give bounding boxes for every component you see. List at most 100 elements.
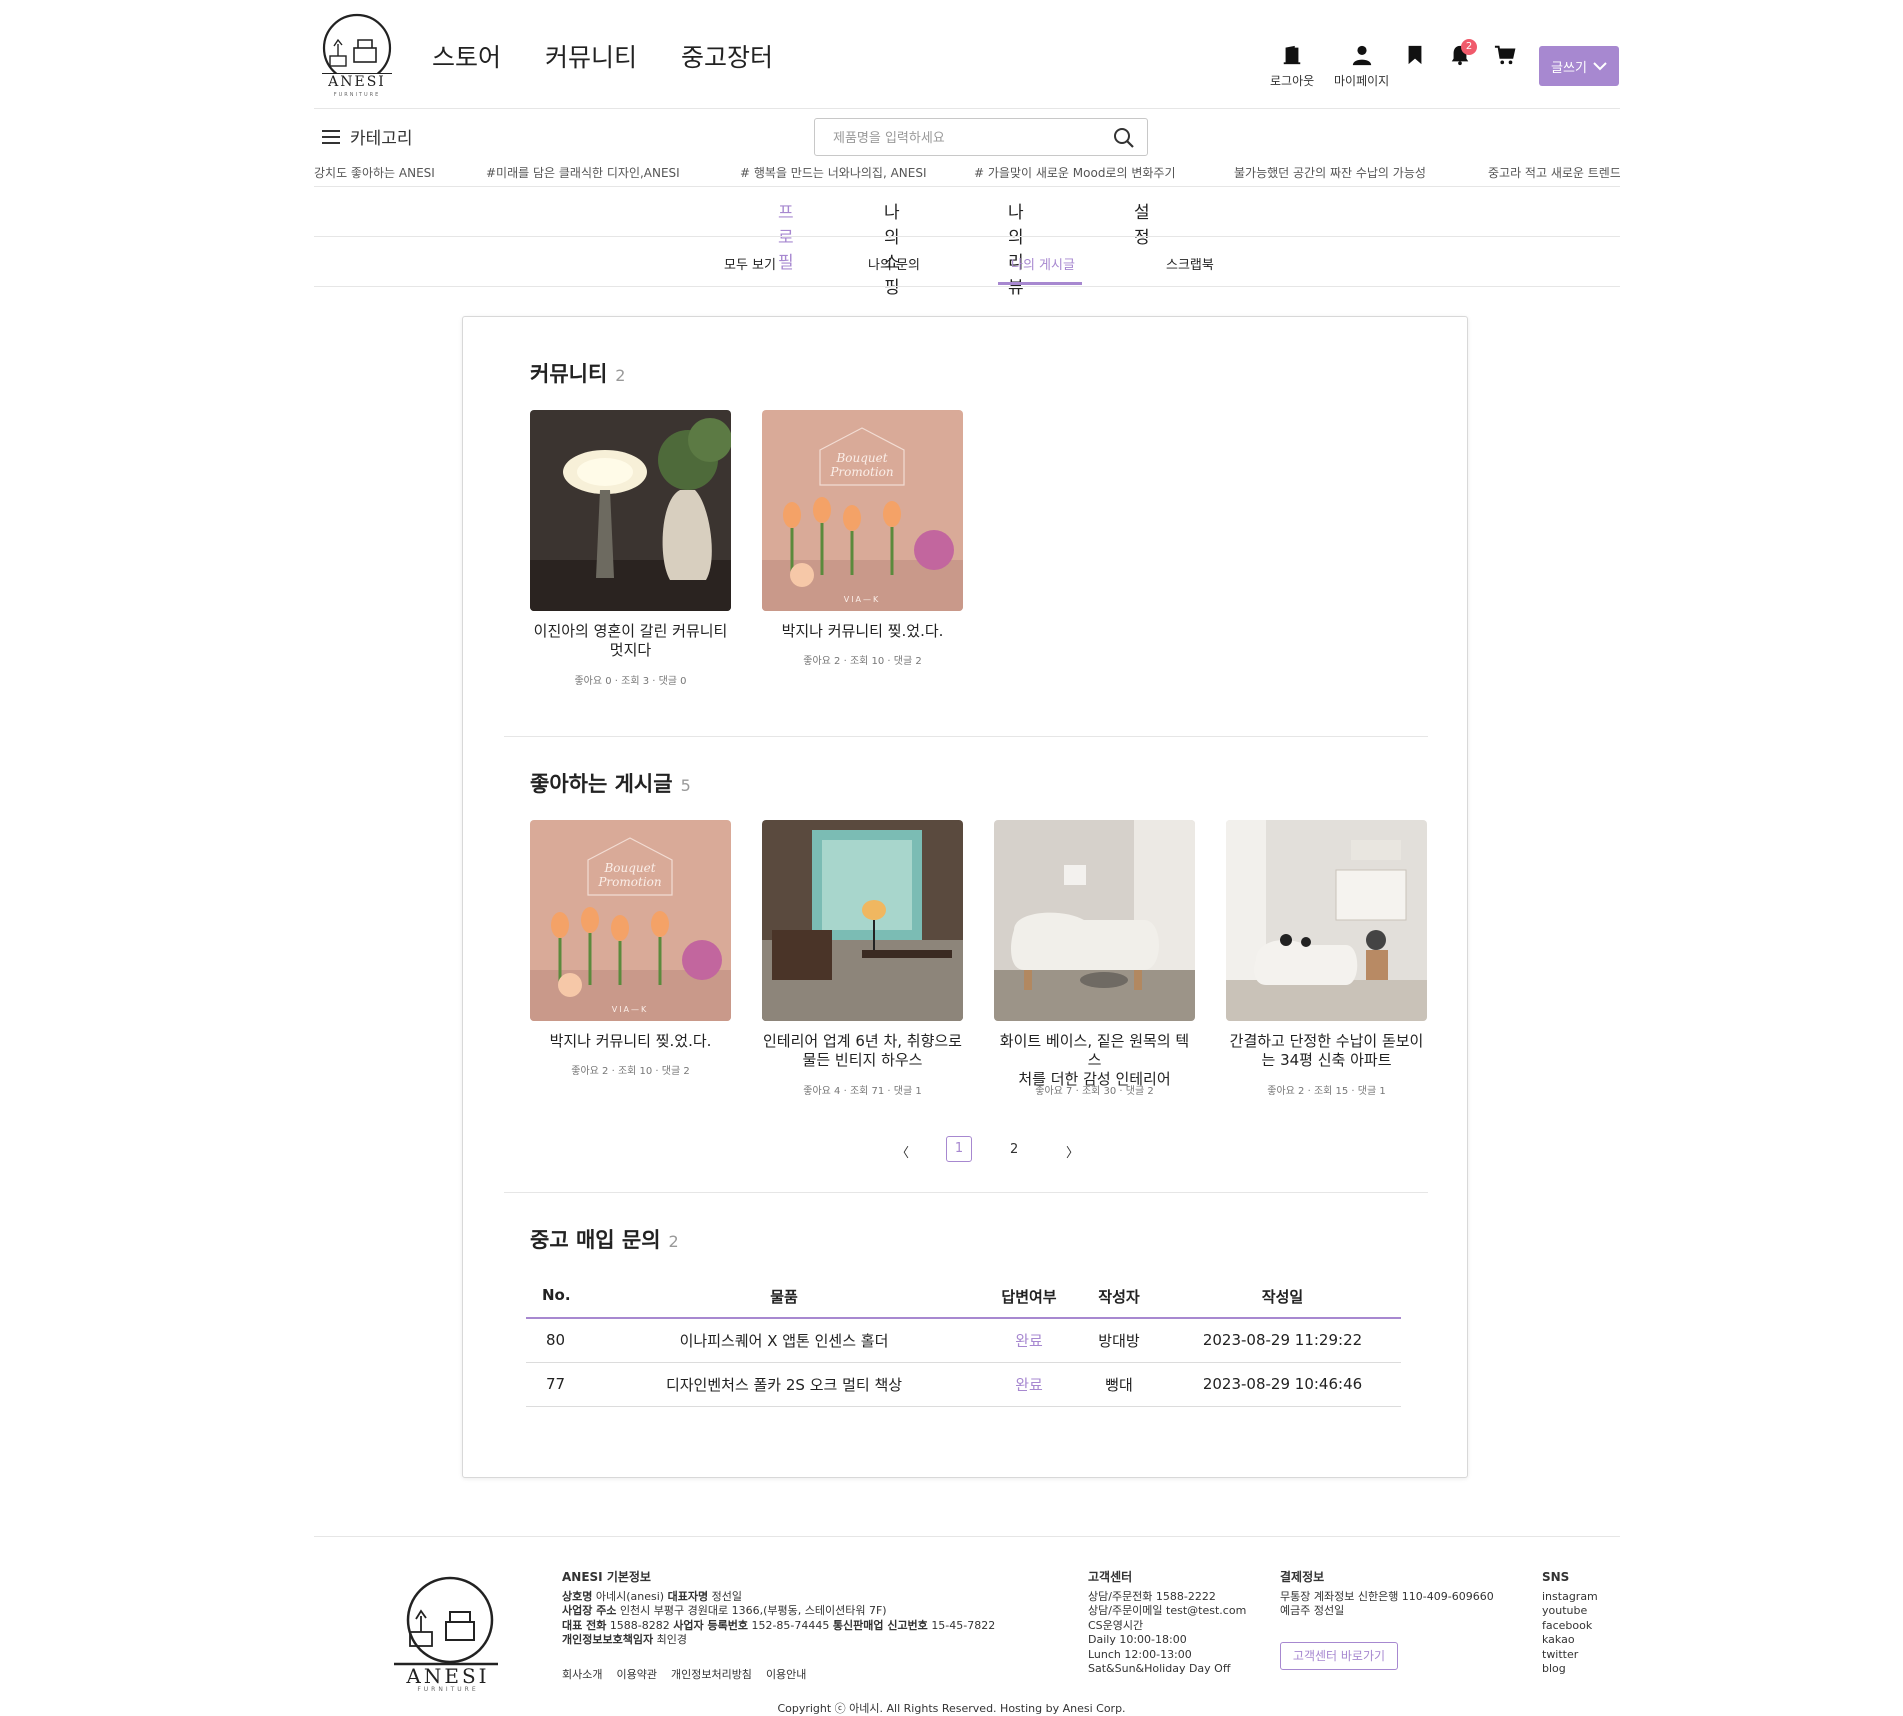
nav-community[interactable]: 커뮤니티	[545, 38, 637, 74]
nav-store[interactable]: 스토어	[432, 38, 501, 74]
table-row[interactable]: 80 이나피스퀘어 X 앱톤 인센스 홀더 완료 방대방 2023-08-29 …	[526, 1318, 1401, 1363]
category-toggle[interactable]: 카테고리	[322, 124, 413, 149]
logo-subtitle: FURNITURE	[333, 92, 381, 98]
page-button[interactable]: 1	[946, 1136, 972, 1162]
tab-settings[interactable]: 설정	[1134, 198, 1150, 248]
logo-mark-icon	[322, 13, 392, 83]
inquiry-section-title: 중고 매입 문의 2	[530, 1224, 679, 1254]
inquiry-table: No. 물품 답변여부 작성자 작성일 80 이나피스퀘어 X 앱톤 인센스 홀…	[526, 1278, 1401, 1407]
cell-status[interactable]: 완료	[984, 1362, 1074, 1407]
pagination-next-icon[interactable]: 〉	[1066, 1142, 1079, 1161]
pagination-prev-icon[interactable]: 〈	[896, 1142, 909, 1161]
community-count: 2	[615, 366, 626, 385]
ticker-item[interactable]: 중고라 적고 새로운 트렌드라	[1488, 164, 1620, 181]
sns-link[interactable]: twitter	[1542, 1648, 1622, 1663]
ticker-item[interactable]: #미래를 담은 클래식한 디자인,ANESI	[486, 164, 680, 181]
cs-center-button[interactable]: 고객센터 바로가기	[1280, 1642, 1398, 1670]
post-meta: 좋아요 2 · 조회 10 · 댓글 2	[571, 1066, 690, 1077]
liked-count: 5	[680, 776, 691, 795]
post-thumbnail[interactable]	[530, 410, 731, 611]
logout-button[interactable]: 로그아웃	[1270, 44, 1314, 89]
sns-link[interactable]: instagram	[1542, 1590, 1622, 1605]
logo-wordmark: ANESI	[328, 74, 386, 90]
write-button[interactable]: 글쓰기	[1539, 46, 1619, 86]
white-living-room-photo-image	[994, 820, 1195, 1021]
section-divider	[504, 1192, 1428, 1193]
subtab-all[interactable]: 모두 보기	[724, 254, 776, 273]
bouquet-photo-image: Bouquet Promotion VIA—K	[530, 820, 731, 1021]
post-title[interactable]: 이진아의 영혼이 갈린 커뮤니티 멋지다	[530, 622, 731, 660]
col-header-no: No.	[526, 1278, 584, 1319]
main-nav: 스토어 커뮤니티 중고장터	[432, 38, 773, 74]
ticker-divider	[314, 186, 1620, 187]
category-label: 카테고리	[350, 129, 413, 149]
footer-link[interactable]: 이용안내	[766, 1666, 806, 1682]
vintage-room-photo-image	[762, 820, 963, 1021]
inquiry-title: 중고 매입 문의	[530, 1228, 661, 1252]
post-meta: 좋아요 7 · 조회 30 · 댓글 2	[1035, 1086, 1154, 1097]
sns-link[interactable]: facebook	[1542, 1619, 1622, 1634]
search-button[interactable]	[1113, 127, 1135, 153]
footer-pay-title: 결제정보	[1280, 1570, 1325, 1584]
post-title[interactable]: 간결하고 단정한 수납이 돋보이 는 34평 신축 아파트	[1226, 1032, 1427, 1070]
cell-status[interactable]: 완료	[984, 1318, 1074, 1363]
header-divider	[314, 108, 1620, 109]
cell-item[interactable]: 이나피스퀘어 X 앱톤 인센스 홀더	[584, 1318, 984, 1363]
post-thumbnail[interactable]: Bouquet Promotion VIA—K	[530, 820, 731, 1021]
cell-no: 77	[526, 1362, 584, 1407]
tab-my-shopping[interactable]: 나의 쇼핑	[884, 198, 900, 298]
cell-no: 80	[526, 1318, 584, 1363]
search-input[interactable]	[833, 127, 1093, 149]
page-button[interactable]: 2	[1010, 1142, 1018, 1157]
subtab-my-posts[interactable]: 나의 게시글	[1011, 254, 1075, 273]
copyright: Copyright ⓒ 아네시. All Rights Reserved. Ho…	[777, 1702, 1126, 1715]
ticker-item[interactable]: # 행복을 만드는 너와나의집, ANESI	[740, 164, 927, 181]
post-title[interactable]: 박지나 커뮤니티 찢.었.다.	[530, 1032, 731, 1051]
mypage-button[interactable]: 마이페이지	[1334, 44, 1389, 89]
post-thumbnail[interactable]	[994, 820, 1195, 1021]
post-title[interactable]: 화이트 베이스, 짙은 원목의 텍스 처를 더한 감성 인테리어	[994, 1032, 1195, 1089]
post-thumbnail[interactable]	[1226, 820, 1427, 1021]
footer-links: 회사소개 이용약관 개인정보처리방침 이용안내	[562, 1666, 806, 1682]
cell-writer: 뻥대	[1074, 1362, 1164, 1407]
post-meta: 좋아요 4 · 조회 71 · 댓글 1	[803, 1086, 922, 1097]
subtab-scrapbook[interactable]: 스크랩북	[1166, 254, 1214, 273]
subtab-my-inquiries[interactable]: 나의 문의	[868, 254, 920, 273]
notification-button[interactable]: 2	[1449, 39, 1477, 70]
footer-link[interactable]: 회사소개	[562, 1666, 602, 1682]
cell-item[interactable]: 디자인벤처스 폴카 2S 오크 멀티 책상	[584, 1362, 984, 1407]
sns-link[interactable]: kakao	[1542, 1633, 1622, 1648]
section-divider	[504, 736, 1428, 737]
nav-used-market[interactable]: 중고장터	[681, 38, 773, 74]
bookmark-button[interactable]	[1404, 44, 1426, 70]
post-thumbnail[interactable]: Bouquet Promotion VIA—K	[762, 410, 963, 611]
cart-button[interactable]	[1494, 44, 1516, 70]
logout-label: 로그아웃	[1270, 74, 1315, 88]
sns-link[interactable]: blog	[1542, 1662, 1622, 1677]
post-meta: 좋아요 2 · 조회 10 · 댓글 2	[803, 656, 922, 667]
write-label: 글쓰기	[1551, 60, 1587, 76]
logo-mark-icon	[394, 1576, 498, 1666]
post-title[interactable]: 박지나 커뮤니티 찢.었.다.	[762, 622, 963, 641]
keyword-ticker: 강치도 좋아하는 ANESI #미래를 담은 클래식한 디자인,ANESI # …	[314, 164, 1620, 182]
subtabs-divider	[314, 286, 1620, 287]
footer-link[interactable]: 개인정보처리방침	[671, 1666, 752, 1682]
ticker-item[interactable]: # 가을맞이 새로운 Mood로의 변화주기	[974, 164, 1176, 181]
col-header-status: 답변여부	[984, 1278, 1074, 1319]
footer-link[interactable]: 이용약관	[616, 1666, 656, 1682]
ticker-item[interactable]: 불가능했던 공간의 짜잔 수납의 가능성	[1234, 164, 1426, 181]
mypage-label: 마이페이지	[1334, 74, 1390, 88]
footer-logo[interactable]: ANESI FURNITURE	[390, 1574, 506, 1693]
footer-logo-wordmark: ANESI	[406, 1664, 490, 1688]
ticker-item[interactable]: 강치도 좋아하는 ANESI	[314, 164, 435, 181]
post-title[interactable]: 인테리어 업계 6년 차, 취향으로 물든 빈티지 하우스	[762, 1032, 963, 1070]
sns-link[interactable]: youtube	[1542, 1604, 1622, 1619]
bookmark-icon	[1408, 45, 1422, 65]
svg-text:Promotion: Promotion	[829, 465, 893, 479]
post-thumbnail[interactable]	[762, 820, 963, 1021]
user-icon	[1352, 45, 1371, 66]
table-row[interactable]: 77 디자인벤처스 폴카 2S 오크 멀티 책상 완료 뻥대 2023-08-2…	[526, 1362, 1401, 1407]
chevron-down-icon	[1593, 62, 1607, 71]
brand-logo[interactable]: ANESI FURNITURE	[314, 12, 400, 98]
footer-company-info: ANESI 기본정보 상호명 아네시(anesi) 대표자명 정선일 사업장 주…	[562, 1570, 1022, 1648]
